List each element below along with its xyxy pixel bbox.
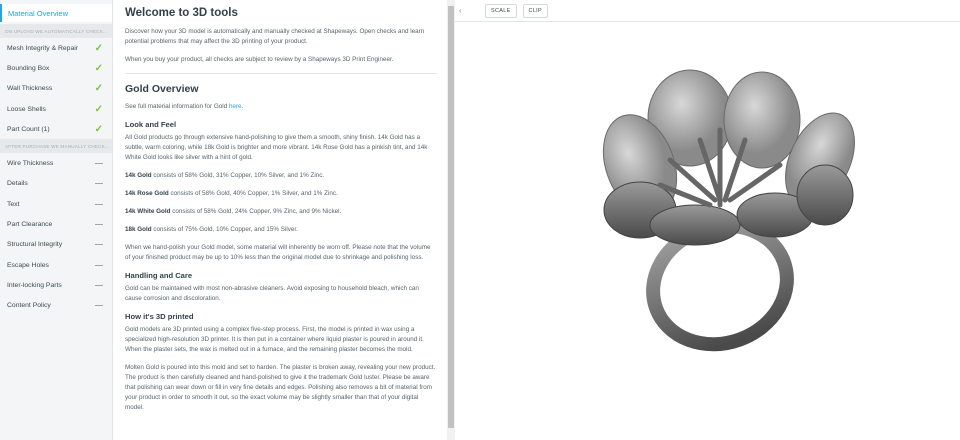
scrollbar-thumb[interactable] [448, 6, 454, 428]
overview-title: Gold Overview [125, 83, 199, 95]
pending-dash-icon [95, 203, 103, 205]
look-title: Look and Feel [125, 120, 177, 129]
alloy-composition: 14k Rose Gold consists of 58% Gold, 40% … [125, 189, 437, 199]
sidebar-item-label: Bounding Box [7, 64, 50, 72]
here-link[interactable]: here [229, 103, 242, 110]
sidebar-item-part-count-1-[interactable]: Part Count (1) ✓ [0, 119, 112, 139]
checks-sidebar: Material Overview ON UPLOAD WE AUTOMATIC… [0, 0, 113, 440]
see-full-text: See full material information for Gold [125, 103, 229, 110]
material-info-panel: Welcome to 3D tools Discover how your 3D… [125, 7, 437, 411]
polish-text: When we hand-polish your Gold model, som… [125, 244, 431, 261]
sidebar-item-label: Part Clearance [7, 221, 53, 229]
sidebar-item-label: Loose Shells [7, 105, 46, 113]
sidebar-item-bounding-box[interactable]: Bounding Box ✓ [0, 58, 112, 78]
collapse-panel-button[interactable]: ‹ [459, 6, 473, 15]
sidebar-item-wire-thickness[interactable]: Wire Thickness [0, 153, 112, 173]
alloy-desc: consists of 58% Gold, 24% Copper, 9% Zin… [170, 208, 342, 215]
pending-dash-icon [95, 183, 103, 185]
alloy-name: 14k White Gold [125, 208, 171, 215]
sidebar-item-label: Details [7, 180, 28, 188]
printed-title: How it's 3D printed [125, 312, 194, 321]
printed-text-2: Molten Gold is poured into this mold and… [125, 364, 436, 411]
pending-dash-icon [95, 163, 103, 165]
section-auto-checks: ON UPLOAD WE AUTOMATICALLY CHECK... [0, 24, 112, 38]
care-text: Gold can be maintained with most non-abr… [125, 285, 419, 302]
clip-button[interactable]: CLIP [522, 3, 548, 18]
scrollbar[interactable] [447, 0, 455, 440]
checkmark-icon: ✓ [94, 123, 103, 135]
sidebar-item-label: Escape Holes [7, 261, 49, 269]
section-manual-checks: AFTER PURCHASE WE MANUALLY CHECK... [0, 139, 112, 154]
sidebar-item-inter-locking-parts[interactable]: Inter-locking Parts [0, 275, 112, 295]
divider [125, 73, 437, 74]
sidebar-item-loose-shells[interactable]: Loose Shells ✓ [0, 99, 112, 119]
look-text: All Gold products go through extensive h… [125, 134, 428, 161]
checkmark-icon: ✓ [94, 103, 103, 115]
page-title: Welcome to 3D tools [125, 7, 238, 19]
intro-note: When you buy your product, all checks ar… [125, 56, 394, 63]
checkmark-icon: ✓ [94, 42, 103, 54]
ring-model-render[interactable] [455, 22, 960, 440]
sidebar-item-label: Mesh Integrity & Repair [7, 44, 79, 52]
sidebar-item-structural-integrity[interactable]: Structural Integrity [0, 235, 112, 255]
pending-dash-icon [95, 305, 103, 307]
sidebar-item-text[interactable]: Text [0, 194, 112, 214]
alloy-composition: 14k Gold consists of 58% Gold, 31% Coppe… [125, 171, 437, 181]
sidebar-item-label: Structural Integrity [7, 241, 63, 249]
alloy-desc: consists of 58% Gold, 31% Copper, 10% Si… [151, 172, 325, 179]
scale-button[interactable]: SCALE [485, 3, 517, 18]
pending-dash-icon [95, 284, 103, 286]
sidebar-item-label: Wire Thickness [7, 160, 54, 168]
sidebar-item-part-clearance[interactable]: Part Clearance [0, 214, 112, 234]
sidebar-item-label: Content Policy [7, 302, 51, 310]
sidebar-item-wall-thickness[interactable]: Wall Thickness ✓ [0, 79, 112, 99]
alloy-name: 14k Rose Gold [125, 190, 169, 197]
sidebar-item-label: Wall Thickness [7, 85, 53, 93]
sidebar-item-label: Text [7, 200, 20, 208]
alloy-composition: 18k Gold consists of 75% Gold, 10% Coppe… [125, 225, 437, 235]
alloy-desc: consists of 58% Gold, 40% Copper, 1% Sil… [168, 190, 338, 197]
alloy-desc: consists of 75% Gold, 10% Copper, and 15… [151, 226, 298, 233]
sidebar-item-details[interactable]: Details [0, 174, 112, 194]
checkmark-icon: ✓ [94, 83, 103, 95]
pending-dash-icon [95, 264, 103, 266]
pending-dash-icon [95, 224, 103, 226]
intro-text: Discover how your 3D model is automatica… [125, 28, 425, 45]
alloy-composition: 14k White Gold consists of 58% Gold, 24%… [125, 207, 437, 217]
printed-text-1: Gold models are 3D printed using a compl… [125, 326, 424, 353]
sidebar-item-label: Inter-locking Parts [7, 281, 62, 289]
pending-dash-icon [95, 244, 103, 246]
alloy-name: 14k Gold [125, 172, 152, 179]
sidebar-item-material-overview[interactable]: Material Overview [0, 4, 112, 22]
model-viewer[interactable]: ‹ SCALE CLIP [455, 0, 960, 440]
sidebar-item-content-policy[interactable]: Content Policy [0, 296, 112, 316]
alloy-name: 18k Gold [125, 226, 152, 233]
viewer-toolbar: ‹ SCALE CLIP [455, 0, 960, 22]
sidebar-item-escape-holes[interactable]: Escape Holes [0, 255, 112, 275]
checkmark-icon: ✓ [94, 62, 103, 74]
sidebar-item-mesh-integrity-repair[interactable]: Mesh Integrity & Repair ✓ [0, 38, 112, 58]
care-title: Handling and Care [125, 271, 193, 280]
sidebar-item-label: Part Count (1) [7, 125, 50, 133]
